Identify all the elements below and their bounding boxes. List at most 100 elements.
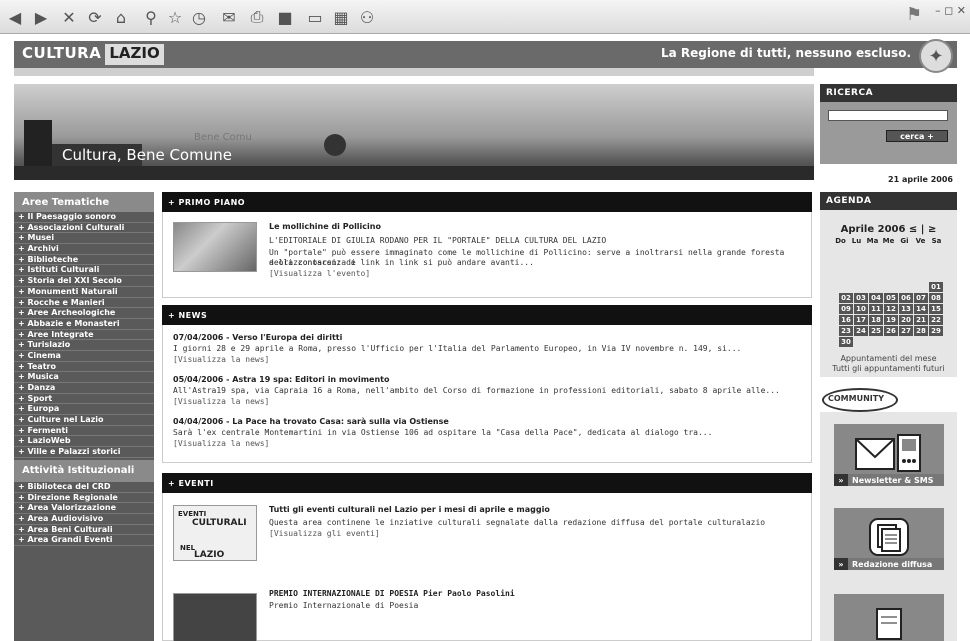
- calendar-day[interactable]: 01: [929, 282, 943, 292]
- discuss-icon[interactable]: ▭: [304, 6, 326, 28]
- calendar-day[interactable]: 19: [884, 315, 898, 325]
- nav-item-3[interactable]: + Archivi: [14, 244, 154, 255]
- calendar-day[interactable]: 22: [929, 315, 943, 325]
- calendar-day[interactable]: 13: [899, 304, 913, 314]
- calendar-day[interactable]: 17: [854, 315, 868, 325]
- calendar-day[interactable]: 07: [914, 293, 928, 303]
- nav-item-10[interactable]: + Abbazie e Monasteri: [14, 319, 154, 330]
- redazione-link[interactable]: » Redazione diffusa: [834, 558, 944, 570]
- nav-item-15[interactable]: + Musica: [14, 372, 154, 383]
- nav-item-22[interactable]: + Ville e Palazzi storici: [14, 447, 154, 458]
- home-icon[interactable]: ⌂: [110, 6, 132, 28]
- nav-item-1[interactable]: + Associazioni Culturali: [14, 223, 154, 234]
- print-icon[interactable]: ⎙: [246, 6, 268, 28]
- nav-item-8[interactable]: + Rocche e Manieri: [14, 298, 154, 309]
- messenger-icon[interactable]: ⚇: [356, 6, 378, 28]
- back-icon[interactable]: ◀: [4, 6, 26, 28]
- slogan: La Regione di tutti, nessuno escluso.: [660, 46, 911, 60]
- calendar-next[interactable]: ≥: [928, 224, 936, 235]
- nav-item-17[interactable]: + Sport: [14, 394, 154, 405]
- calendar-day[interactable]: 12: [884, 304, 898, 314]
- nav-item-11[interactable]: + Aree Integrate: [14, 330, 154, 341]
- calendar-day[interactable]: 11: [869, 304, 883, 314]
- news-link-0[interactable]: [Visualizza la news]: [173, 355, 269, 365]
- search-icon[interactable]: ⚲: [140, 6, 162, 28]
- refresh-icon[interactable]: ⟳: [84, 6, 106, 28]
- eventi-item-title[interactable]: Tutti gli eventi culturali nel Lazio per…: [269, 505, 550, 514]
- calendar-day[interactable]: 29: [929, 326, 943, 336]
- calendar-day[interactable]: 20: [899, 315, 913, 325]
- nav-item-istituzionale-0[interactable]: + Biblioteca del CRD: [14, 482, 154, 493]
- calendar-day[interactable]: 10: [854, 304, 868, 314]
- nav-item-19[interactable]: + Culture nel Lazio: [14, 415, 154, 426]
- research-icon[interactable]: ▦: [330, 6, 352, 28]
- favorites-icon[interactable]: ☆: [164, 6, 186, 28]
- site-logo[interactable]: CULTURA LAZIO: [18, 44, 164, 65]
- news-title-2[interactable]: 04/04/2006 - La Pace ha trovato Casa: sa…: [173, 417, 449, 426]
- editorial-photo[interactable]: [173, 222, 257, 272]
- calendar-day[interactable]: 14: [914, 304, 928, 314]
- nav-item-4[interactable]: + Biblioteche: [14, 255, 154, 266]
- primo-piano-link[interactable]: [Visualizza l'evento]: [269, 269, 370, 279]
- agenda-future-link[interactable]: Tutti gli appuntamenti futuri: [820, 364, 957, 373]
- calendar-day[interactable]: 04: [869, 293, 883, 303]
- news-title-1[interactable]: 05/04/2006 - Astra 19 spa: Editori in mo…: [173, 375, 389, 384]
- calendar-day[interactable]: 09: [839, 304, 853, 314]
- calendar-day[interactable]: 21: [914, 315, 928, 325]
- calendar-day[interactable]: 05: [884, 293, 898, 303]
- calendar-day[interactable]: 25: [869, 326, 883, 336]
- nav-item-20[interactable]: + Fermenti: [14, 426, 154, 437]
- nav-item-13[interactable]: + Cinema: [14, 351, 154, 362]
- nav-item-istituzionale-3[interactable]: + Area Audiovisivo: [14, 514, 154, 525]
- eventi-item2-title[interactable]: PREMIO INTERNAZIONALE DI POESIA Pier Pao…: [269, 589, 515, 598]
- banner-ghost-text: Bene Comu: [194, 132, 252, 143]
- community-third-image[interactable]: [834, 594, 944, 641]
- nav-item-18[interactable]: + Europa: [14, 404, 154, 416]
- eventi-link[interactable]: [Visualizza gli eventi]: [269, 529, 380, 539]
- forward-icon[interactable]: ▶: [30, 6, 52, 28]
- search-input[interactable]: [828, 110, 948, 121]
- nav-item-istituzionale-2[interactable]: + Area Valorizzazione: [14, 503, 154, 514]
- calendar-day[interactable]: 16: [839, 315, 853, 325]
- nav-item-21[interactable]: + LazioWeb: [14, 436, 154, 448]
- calendar-day[interactable]: 30: [839, 337, 853, 347]
- calendar-prev[interactable]: ≤: [909, 224, 917, 235]
- calendar-day[interactable]: 23: [839, 326, 853, 336]
- news-title-0[interactable]: 07/04/2006 - Verso l'Europa dei diritti: [173, 333, 342, 342]
- nav-item-6[interactable]: + Storia del XXI Secolo: [14, 276, 154, 287]
- news-link-1[interactable]: [Visualizza la news]: [173, 397, 269, 407]
- calendar-day[interactable]: 06: [899, 293, 913, 303]
- search-button[interactable]: cerca +: [886, 130, 948, 142]
- nav-item-5[interactable]: + Istituti Culturali: [14, 265, 154, 277]
- calendar-day[interactable]: 15: [929, 304, 943, 314]
- nav-item-14[interactable]: + Teatro: [14, 362, 154, 373]
- calendar-day[interactable]: 24: [854, 326, 868, 336]
- nav-item-9[interactable]: + Aree Archeologiche: [14, 308, 154, 319]
- calendar-day[interactable]: 03: [854, 293, 868, 303]
- stop-icon[interactable]: ✕: [58, 6, 80, 28]
- nav-item-7[interactable]: + Monumenti Naturali: [14, 287, 154, 298]
- primo-piano-title[interactable]: Le mollichine di Pollicino: [269, 222, 381, 231]
- nav-item-16[interactable]: + Danza: [14, 383, 154, 394]
- history-icon[interactable]: ◷: [188, 6, 210, 28]
- agenda-month-link[interactable]: Appuntamenti del mese: [820, 354, 957, 363]
- nav-item-12[interactable]: + Turislazio: [14, 340, 154, 351]
- pasolini-photo[interactable]: [173, 593, 257, 641]
- nav-item-0[interactable]: + Il Paesaggio sonoro: [14, 212, 154, 223]
- nav-item-2[interactable]: + Musei: [14, 233, 154, 245]
- nav-item-istituzionale-1[interactable]: + Direzione Regionale: [14, 493, 154, 504]
- nav-item-istituzionale-5[interactable]: + Area Grandi Eventi: [14, 535, 154, 546]
- calendar-day[interactable]: 08: [929, 293, 943, 303]
- nav-item-istituzionale-4[interactable]: + Area Beni Culturali: [14, 525, 154, 536]
- newsletter-link[interactable]: » Newsletter & SMS: [834, 474, 944, 486]
- eventi-thumbnail[interactable]: EVENTI CULTURALI NEL LAZIO: [173, 505, 257, 561]
- calendar-day[interactable]: 28: [914, 326, 928, 336]
- calendar-day[interactable]: 18: [869, 315, 883, 325]
- calendar-day[interactable]: 26: [884, 326, 898, 336]
- window-controls-icon[interactable]: – ◻ ✕: [935, 4, 966, 17]
- calendar-day[interactable]: 02: [839, 293, 853, 303]
- calendar-day[interactable]: 27: [899, 326, 913, 336]
- news-link-2[interactable]: [Visualizza la news]: [173, 439, 269, 449]
- mail-icon[interactable]: ✉: [218, 6, 240, 28]
- edit-icon[interactable]: ■: [274, 6, 296, 28]
